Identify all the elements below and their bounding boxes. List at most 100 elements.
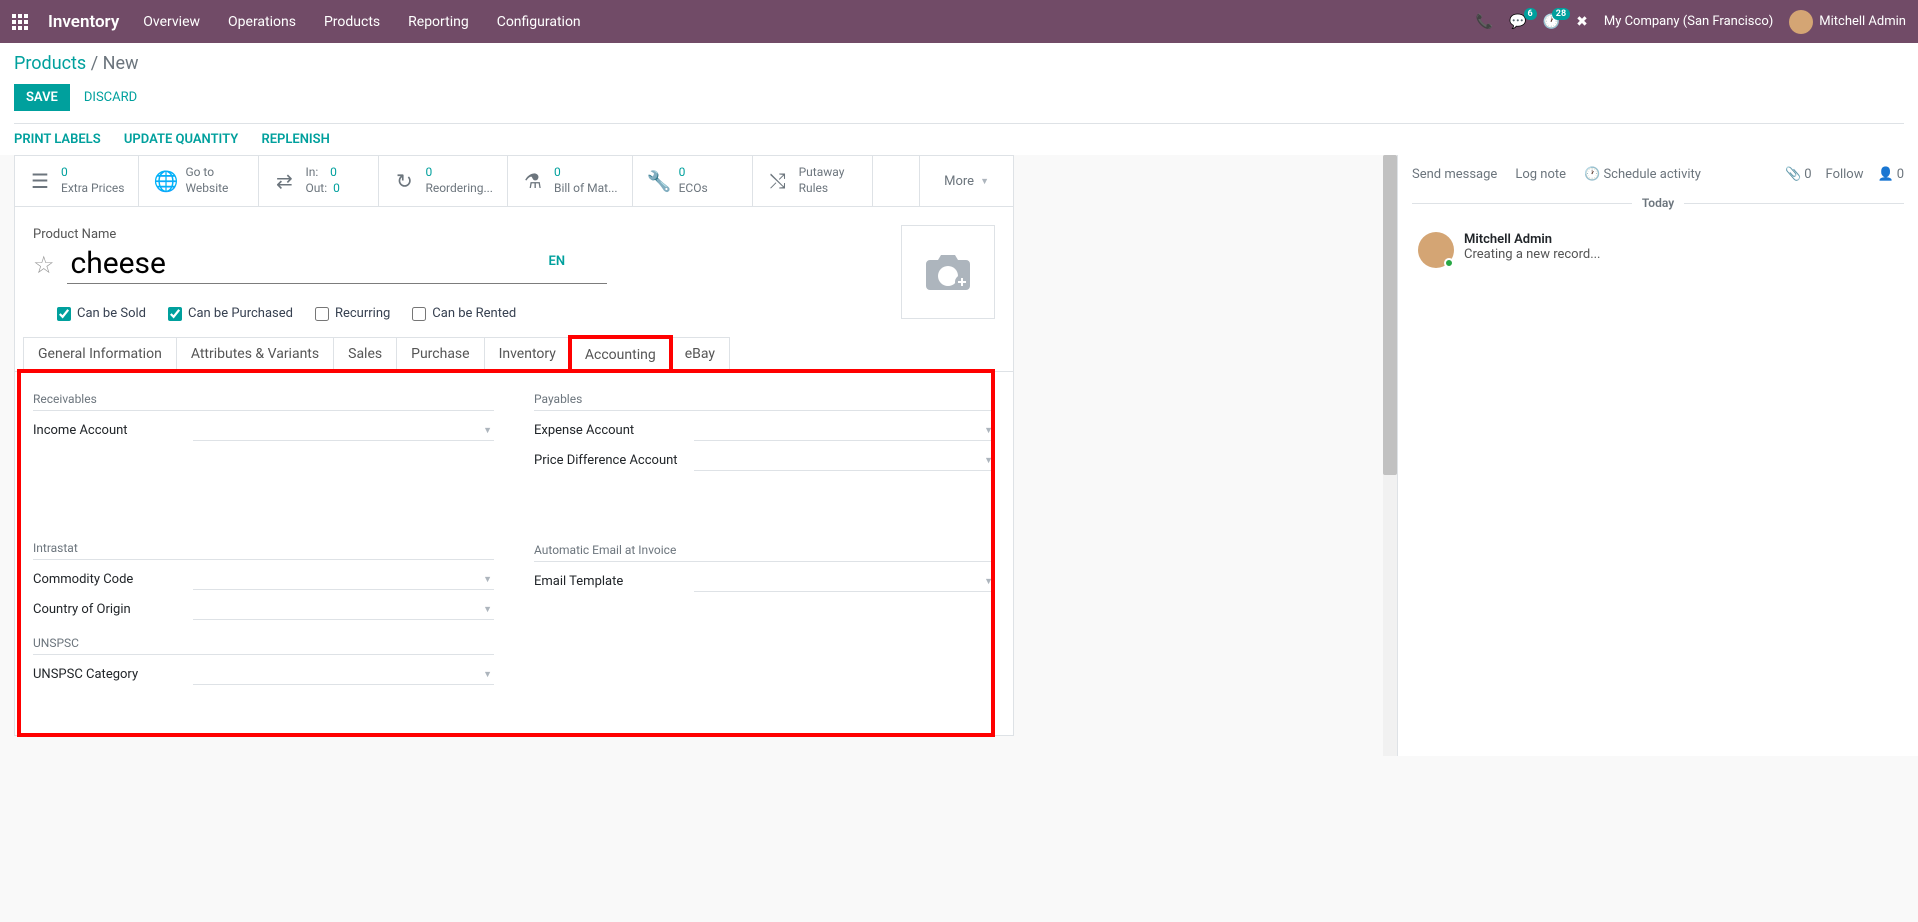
input-commodity-code[interactable]: ▼ [193,570,494,590]
stat-ecos[interactable]: 🔧 0ECOs [633,156,753,206]
label-income-account: Income Account [33,421,193,438]
input-unspsc-category[interactable]: ▼ [193,665,494,685]
breadcrumb-root[interactable]: Products [14,53,86,74]
company-selector[interactable]: My Company (San Francisco) [1604,14,1773,29]
stat-reordering[interactable]: ↻ 0Reordering... [379,156,508,206]
product-image-upload[interactable] [901,225,995,319]
random-icon: ⤭ [767,169,789,193]
tab-ebay[interactable]: eBay [670,337,730,371]
tab-purchase[interactable]: Purchase [396,337,484,371]
caret-down-icon: ▼ [483,604,492,615]
replenish-button[interactable]: REPLENISH [261,132,329,147]
check-recurring[interactable]: Recurring [315,306,390,321]
stat-extra-prices[interactable]: ☰ 0Extra Prices [15,156,139,206]
debug-icon[interactable]: ✖ [1576,14,1588,30]
phone-icon[interactable]: 📞 [1476,14,1493,30]
scrollbar[interactable] [1383,155,1397,756]
discuss-badge: 6 [1524,8,1537,20]
exchange-icon: ⇄ [273,169,295,193]
stat-bom[interactable]: ⚗ 0Bill of Mat... [508,156,633,206]
main-menu: Overview Operations Products Reporting C… [143,14,580,30]
caret-down-icon: ▼ [483,669,492,680]
user-menu[interactable]: Mitchell Admin [1789,10,1906,34]
caret-down-icon: ▼ [984,455,993,466]
log-note-button[interactable]: Log note [1515,167,1566,182]
label-price-diff-account: Price Difference Account [534,451,694,468]
apps-icon[interactable] [12,14,34,30]
paperclip-icon: 📎 [1785,167,1801,182]
message-avatar-icon [1418,232,1454,268]
accounting-page: Receivables Income Account ▼ Intrastat C… [15,371,1013,735]
message-author: Mitchell Admin [1464,232,1601,247]
print-labels-button[interactable]: PRINT LABELS [14,132,101,147]
user-icon: 👤 [1878,167,1894,182]
favorite-star-icon[interactable]: ☆ [33,251,55,279]
caret-down-icon: ▼ [483,425,492,436]
group-unspsc: UNSPSC [33,636,494,655]
discard-button[interactable]: DISCARD [84,90,137,105]
clock-icon: 🕐 [1584,167,1603,182]
wrench-icon: 🔧 [647,169,669,193]
app-brand[interactable]: Inventory [48,12,119,32]
stat-website[interactable]: 🌐 Go toWebsite [139,156,259,206]
menu-configuration[interactable]: Configuration [497,14,581,30]
tab-accounting[interactable]: Accounting [570,337,671,371]
group-intrastat: Intrastat [33,541,494,560]
update-quantity-button[interactable]: UPDATE QUANTITY [124,132,238,147]
stat-in-out[interactable]: ⇄ In: 0 Out: 0 [259,156,379,206]
activity-icon[interactable]: 🕐28 [1543,14,1560,30]
group-receivables: Receivables [33,392,494,411]
tab-attributes-variants[interactable]: Attributes & Variants [176,337,334,371]
chatter-message: Mitchell Admin Creating a new record... [1412,224,1904,276]
form-view: ☰ 0Extra Prices 🌐 Go toWebsite ⇄ In: 0 O… [0,155,1398,756]
activity-badge: 28 [1552,8,1570,20]
flask-icon: ⚗ [522,169,544,193]
input-income-account[interactable]: ▼ [193,421,494,441]
follow-button[interactable]: Follow [1826,167,1864,182]
product-name-input[interactable] [67,246,607,284]
label-country-origin: Country of Origin [33,600,193,617]
group-auto-email: Automatic Email at Invoice [534,543,995,562]
caret-down-icon: ▼ [980,176,989,187]
stat-putaway[interactable]: ⤭ PutawayRules [753,156,873,206]
product-name-label: Product Name [33,227,995,242]
chatter: Send message Log note 🕐 Schedule activit… [1398,155,1918,756]
list-icon: ☰ [29,169,51,193]
form-sheet: ☰ 0Extra Prices 🌐 Go toWebsite ⇄ In: 0 O… [14,155,1014,736]
tab-sales[interactable]: Sales [333,337,397,371]
menu-overview[interactable]: Overview [143,14,200,30]
input-price-diff-account[interactable]: ▼ [694,451,995,471]
refresh-icon: ↻ [393,169,415,193]
menu-reporting[interactable]: Reporting [408,14,469,30]
stat-buttons: ☰ 0Extra Prices 🌐 Go toWebsite ⇄ In: 0 O… [15,156,1013,207]
camera-icon [924,252,972,292]
check-can-be-sold[interactable]: Can be Sold [57,306,146,321]
globe-icon: 🌐 [153,169,175,193]
presence-dot-icon [1444,258,1454,268]
attachments-button[interactable]: 📎0 [1785,167,1812,182]
check-can-be-purchased[interactable]: Can be Purchased [168,306,293,321]
user-avatar-icon [1789,10,1813,34]
input-email-template[interactable]: ▼ [694,572,995,592]
tab-inventory[interactable]: Inventory [484,337,571,371]
input-expense-account[interactable]: ▼ [694,421,995,441]
send-message-button[interactable]: Send message [1412,167,1497,182]
chatter-date-today: Today [1642,196,1674,210]
followers-button[interactable]: 👤0 [1878,167,1905,182]
menu-products[interactable]: Products [324,14,380,30]
label-commodity-code: Commodity Code [33,570,193,587]
stat-more[interactable]: More▼ [919,156,1013,206]
save-button[interactable]: SAVE [14,84,70,111]
schedule-activity-button[interactable]: 🕐 Schedule activity [1584,167,1701,182]
lang-button[interactable]: EN [549,254,566,269]
breadcrumb-current: New [103,53,139,74]
input-country-origin[interactable]: ▼ [193,600,494,620]
caret-down-icon: ▼ [984,425,993,436]
label-expense-account: Expense Account [534,421,694,438]
tab-general-information[interactable]: General Information [23,337,177,371]
top-nav: Inventory Overview Operations Products R… [0,0,1918,43]
menu-operations[interactable]: Operations [228,14,296,30]
discuss-icon[interactable]: 💬6 [1509,14,1526,30]
check-can-be-rented[interactable]: Can be Rented [412,306,516,321]
message-body: Creating a new record... [1464,247,1601,262]
